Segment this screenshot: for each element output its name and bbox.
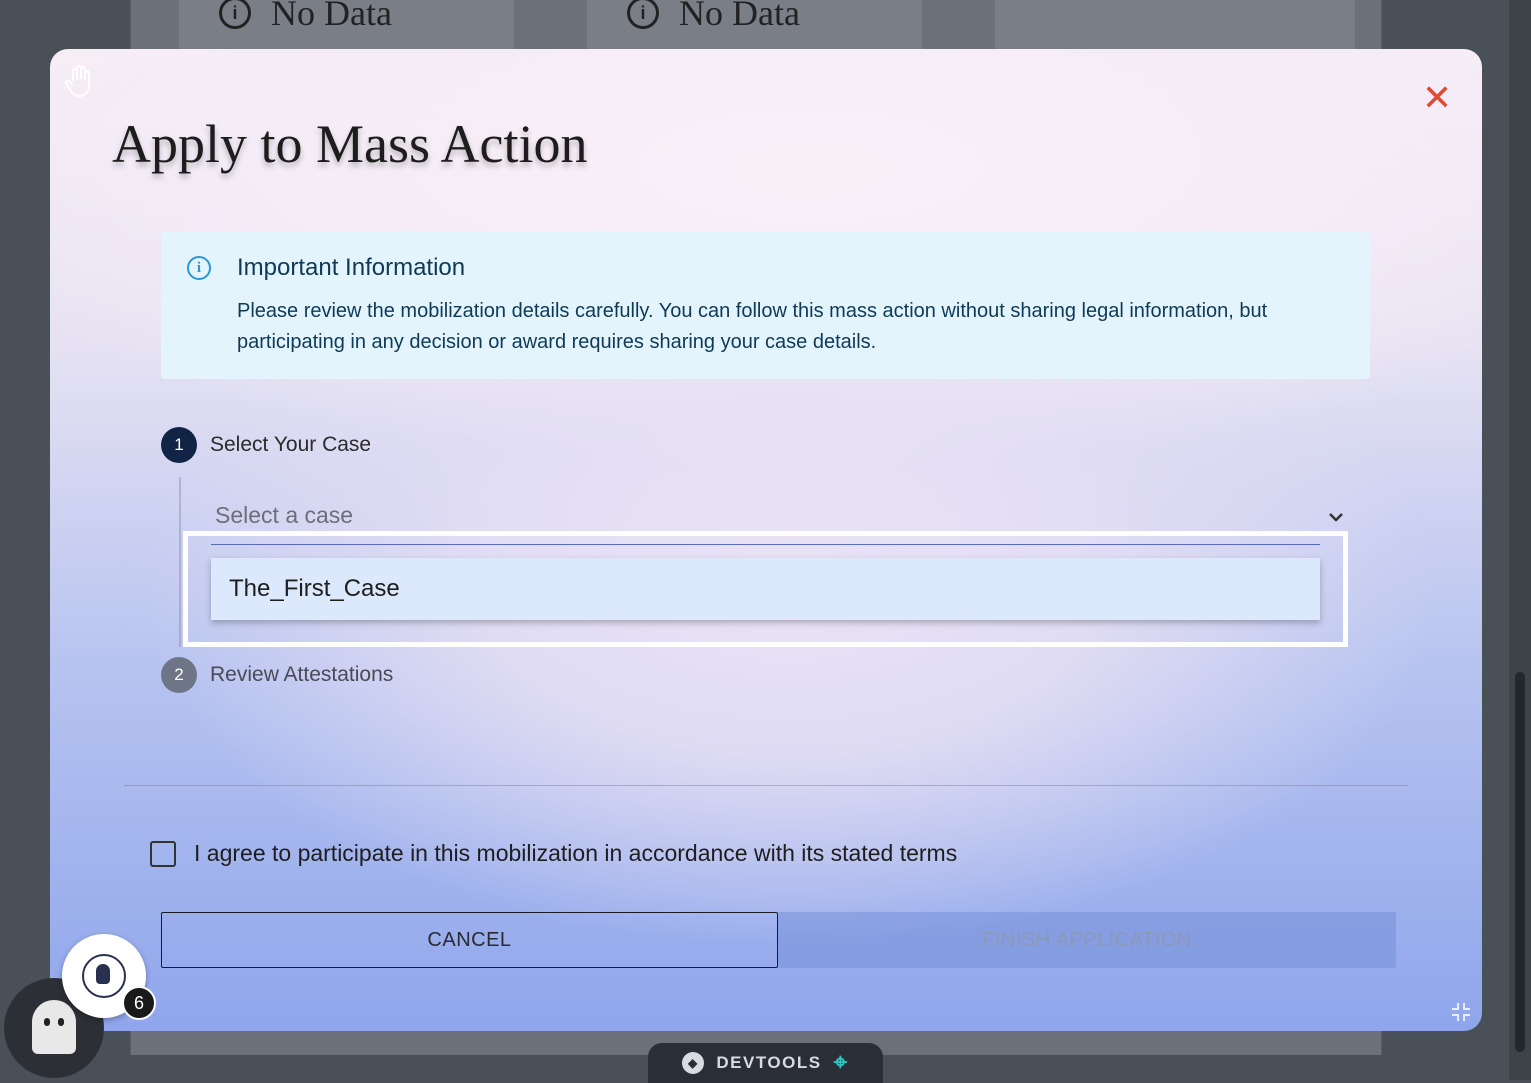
lady-justice-icon <box>82 954 126 998</box>
case-select-label[interactable]: Select a case <box>215 502 353 529</box>
agreement-checkbox[interactable] <box>150 840 176 867</box>
expand-icon[interactable] <box>1450 1001 1472 1029</box>
target-icon[interactable]: ⌖ <box>834 1049 849 1077</box>
chevron-down-icon[interactable] <box>1324 505 1348 529</box>
important-information-alert: i Important Information Please review th… <box>161 232 1370 379</box>
notification-badge: 6 <box>122 986 156 1020</box>
scrollbar-thumb[interactable] <box>1515 672 1525 1052</box>
step-select-case: 1 Select Your Case <box>161 427 371 463</box>
info-icon: i <box>219 0 251 29</box>
case-option[interactable]: The_First_Case <box>211 558 1320 620</box>
devtools-tab[interactable]: ◆ DEVTOOLS ⌖ <box>648 1043 883 1083</box>
hand-icon <box>64 63 98 99</box>
step-label: Review Attestations <box>210 663 394 686</box>
step-review-attestations: 2 Review Attestations <box>161 657 393 693</box>
cancel-button[interactable]: CANCEL <box>161 912 778 968</box>
close-icon: ✕ <box>1422 77 1453 118</box>
alert-text: Please review the mobilization details c… <box>237 300 1268 353</box>
shield-icon: ◆ <box>682 1052 705 1074</box>
divider <box>124 785 1408 786</box>
devtools-label: DEVTOOLS <box>716 1053 822 1072</box>
ghost-eye <box>44 1018 50 1026</box>
ghost-icon <box>32 1000 76 1054</box>
no-data-label: i No Data <box>219 0 392 34</box>
step-number: 2 <box>161 657 197 693</box>
finish-application-button[interactable]: FINISH APPLICATION <box>778 912 1396 968</box>
info-icon: i <box>187 256 211 280</box>
agreement-label[interactable]: I agree to participate in this mobilizat… <box>194 840 957 867</box>
step-connector <box>179 477 181 647</box>
ghost-eye <box>58 1018 64 1026</box>
apply-mass-action-dialog: ✕ Apply to Mass Action i Important Infor… <box>50 49 1482 1031</box>
close-button[interactable]: ✕ <box>1422 80 1452 116</box>
agreement-row[interactable]: I agree to participate in this mobilizat… <box>150 840 957 867</box>
step-label: Select Your Case <box>210 433 372 456</box>
no-data-label: i No Data <box>627 0 800 34</box>
dialog-title: Apply to Mass Action <box>112 114 588 174</box>
page-scrollbar[interactable] <box>1509 0 1531 1080</box>
info-icon: i <box>627 0 659 29</box>
alert-title: Important Information <box>237 254 466 281</box>
step-number: 1 <box>161 427 197 463</box>
